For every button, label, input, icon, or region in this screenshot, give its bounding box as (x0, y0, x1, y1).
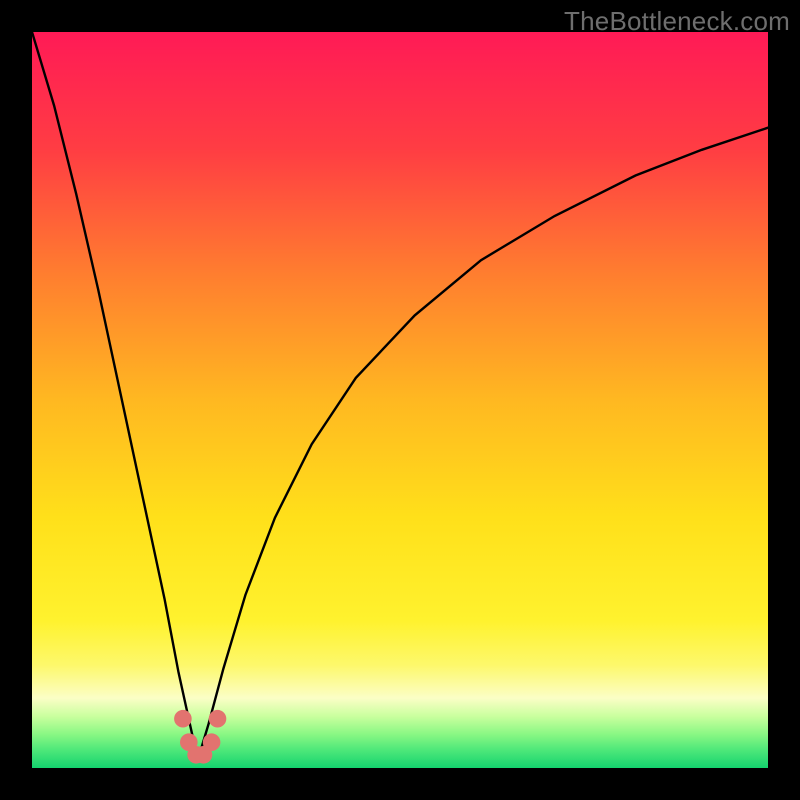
trough-marker (209, 710, 227, 728)
curve-left-branch (32, 32, 198, 761)
bottleneck-curve (32, 32, 768, 768)
trough-marker (203, 733, 221, 751)
trough-markers (174, 710, 226, 764)
curve-right-branch (198, 128, 768, 761)
watermark-text: TheBottleneck.com (564, 6, 790, 37)
plot-area (32, 32, 768, 768)
outer-frame: TheBottleneck.com (0, 0, 800, 800)
trough-marker (174, 710, 192, 728)
